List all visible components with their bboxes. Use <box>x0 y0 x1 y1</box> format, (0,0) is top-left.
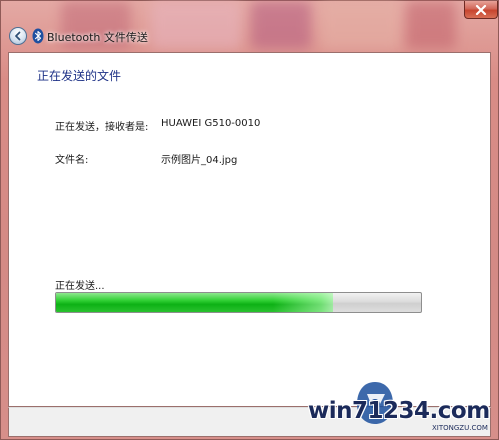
back-arrow-icon <box>15 31 21 41</box>
bluetooth-icon <box>32 28 44 44</box>
file-name-label: 文件名: <box>55 155 89 166</box>
content-pane: 正在发送的文件 正在发送，接收者是: HUAWEI G510-0010 文件名:… <box>8 52 491 407</box>
glass-blur <box>251 1 311 49</box>
progress-label: 正在发送... <box>55 281 105 292</box>
recipient-label: 正在发送，接收者是: <box>55 122 149 133</box>
progress-bar <box>55 292 422 313</box>
glass-blur <box>151 1 241 49</box>
back-button[interactable] <box>9 27 27 45</box>
window-title: Bluetooth 文件传送 <box>47 31 148 44</box>
watermark-text: win71234.com <box>308 398 490 424</box>
glass-blur <box>406 1 456 49</box>
close-icon <box>475 4 487 15</box>
watermark-site: XITONGZU.COM <box>432 424 488 432</box>
page-title: 正在发送的文件 <box>37 69 122 83</box>
glass-blur <box>321 1 401 49</box>
recipient-value: HUAWEI G510-0010 <box>161 118 261 129</box>
progress-fill <box>56 293 334 312</box>
file-name-value: 示例图片_04.jpg <box>161 155 238 166</box>
close-button[interactable] <box>464 1 498 19</box>
